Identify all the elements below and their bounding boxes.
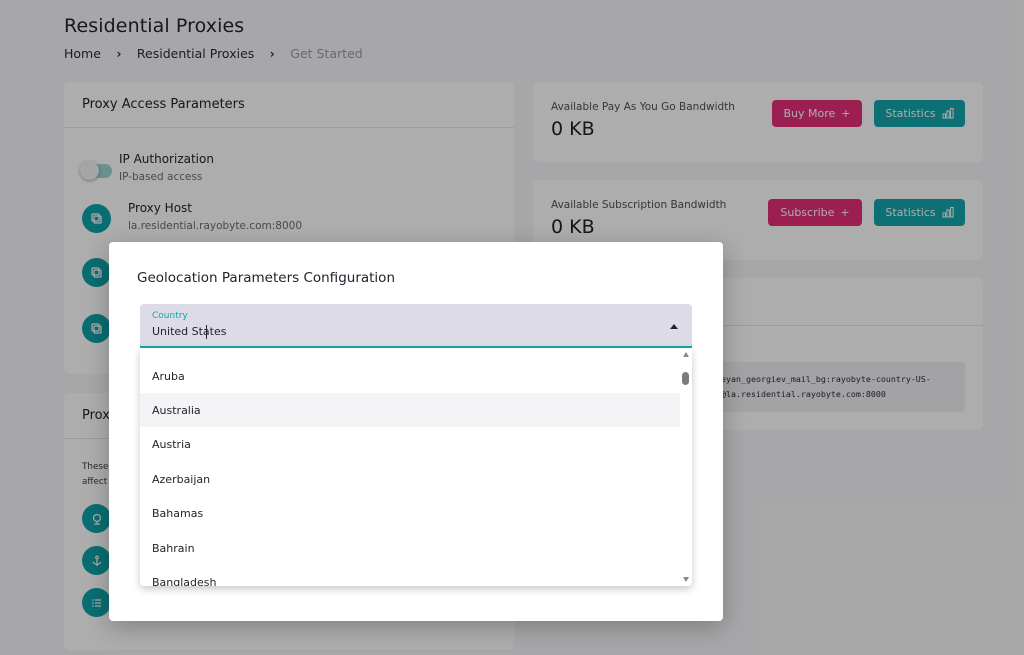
country-option[interactable]: Bangladesh: [140, 565, 680, 587]
scroll-down-arrow-icon[interactable]: [683, 577, 689, 582]
country-option[interactable]: Austria: [140, 427, 680, 461]
country-option[interactable]: Azerbaijan: [140, 462, 680, 496]
scroll-up-arrow-icon[interactable]: [683, 352, 689, 357]
country-option[interactable]: Bahrain: [140, 531, 680, 565]
country-option[interactable]: Australia: [140, 393, 680, 427]
country-option[interactable]: Bahamas: [140, 496, 680, 530]
country-select[interactable]: Country United States: [140, 304, 692, 348]
chevron-up-icon[interactable]: [670, 324, 678, 329]
text-cursor: [206, 325, 207, 339]
country-label: Country: [152, 311, 188, 321]
scrollbar-thumb[interactable]: [682, 372, 689, 385]
modal-title: Geolocation Parameters Configuration: [137, 270, 395, 286]
dropdown-scrollbar[interactable]: [680, 348, 692, 586]
geolocation-modal: Geolocation Parameters Configuration Cou…: [109, 242, 723, 621]
country-dropdown-list: Aruba Australia Austria Azerbaijan Baham…: [140, 348, 692, 586]
country-option[interactable]: Aruba: [140, 359, 680, 393]
country-input[interactable]: United States: [152, 325, 227, 338]
